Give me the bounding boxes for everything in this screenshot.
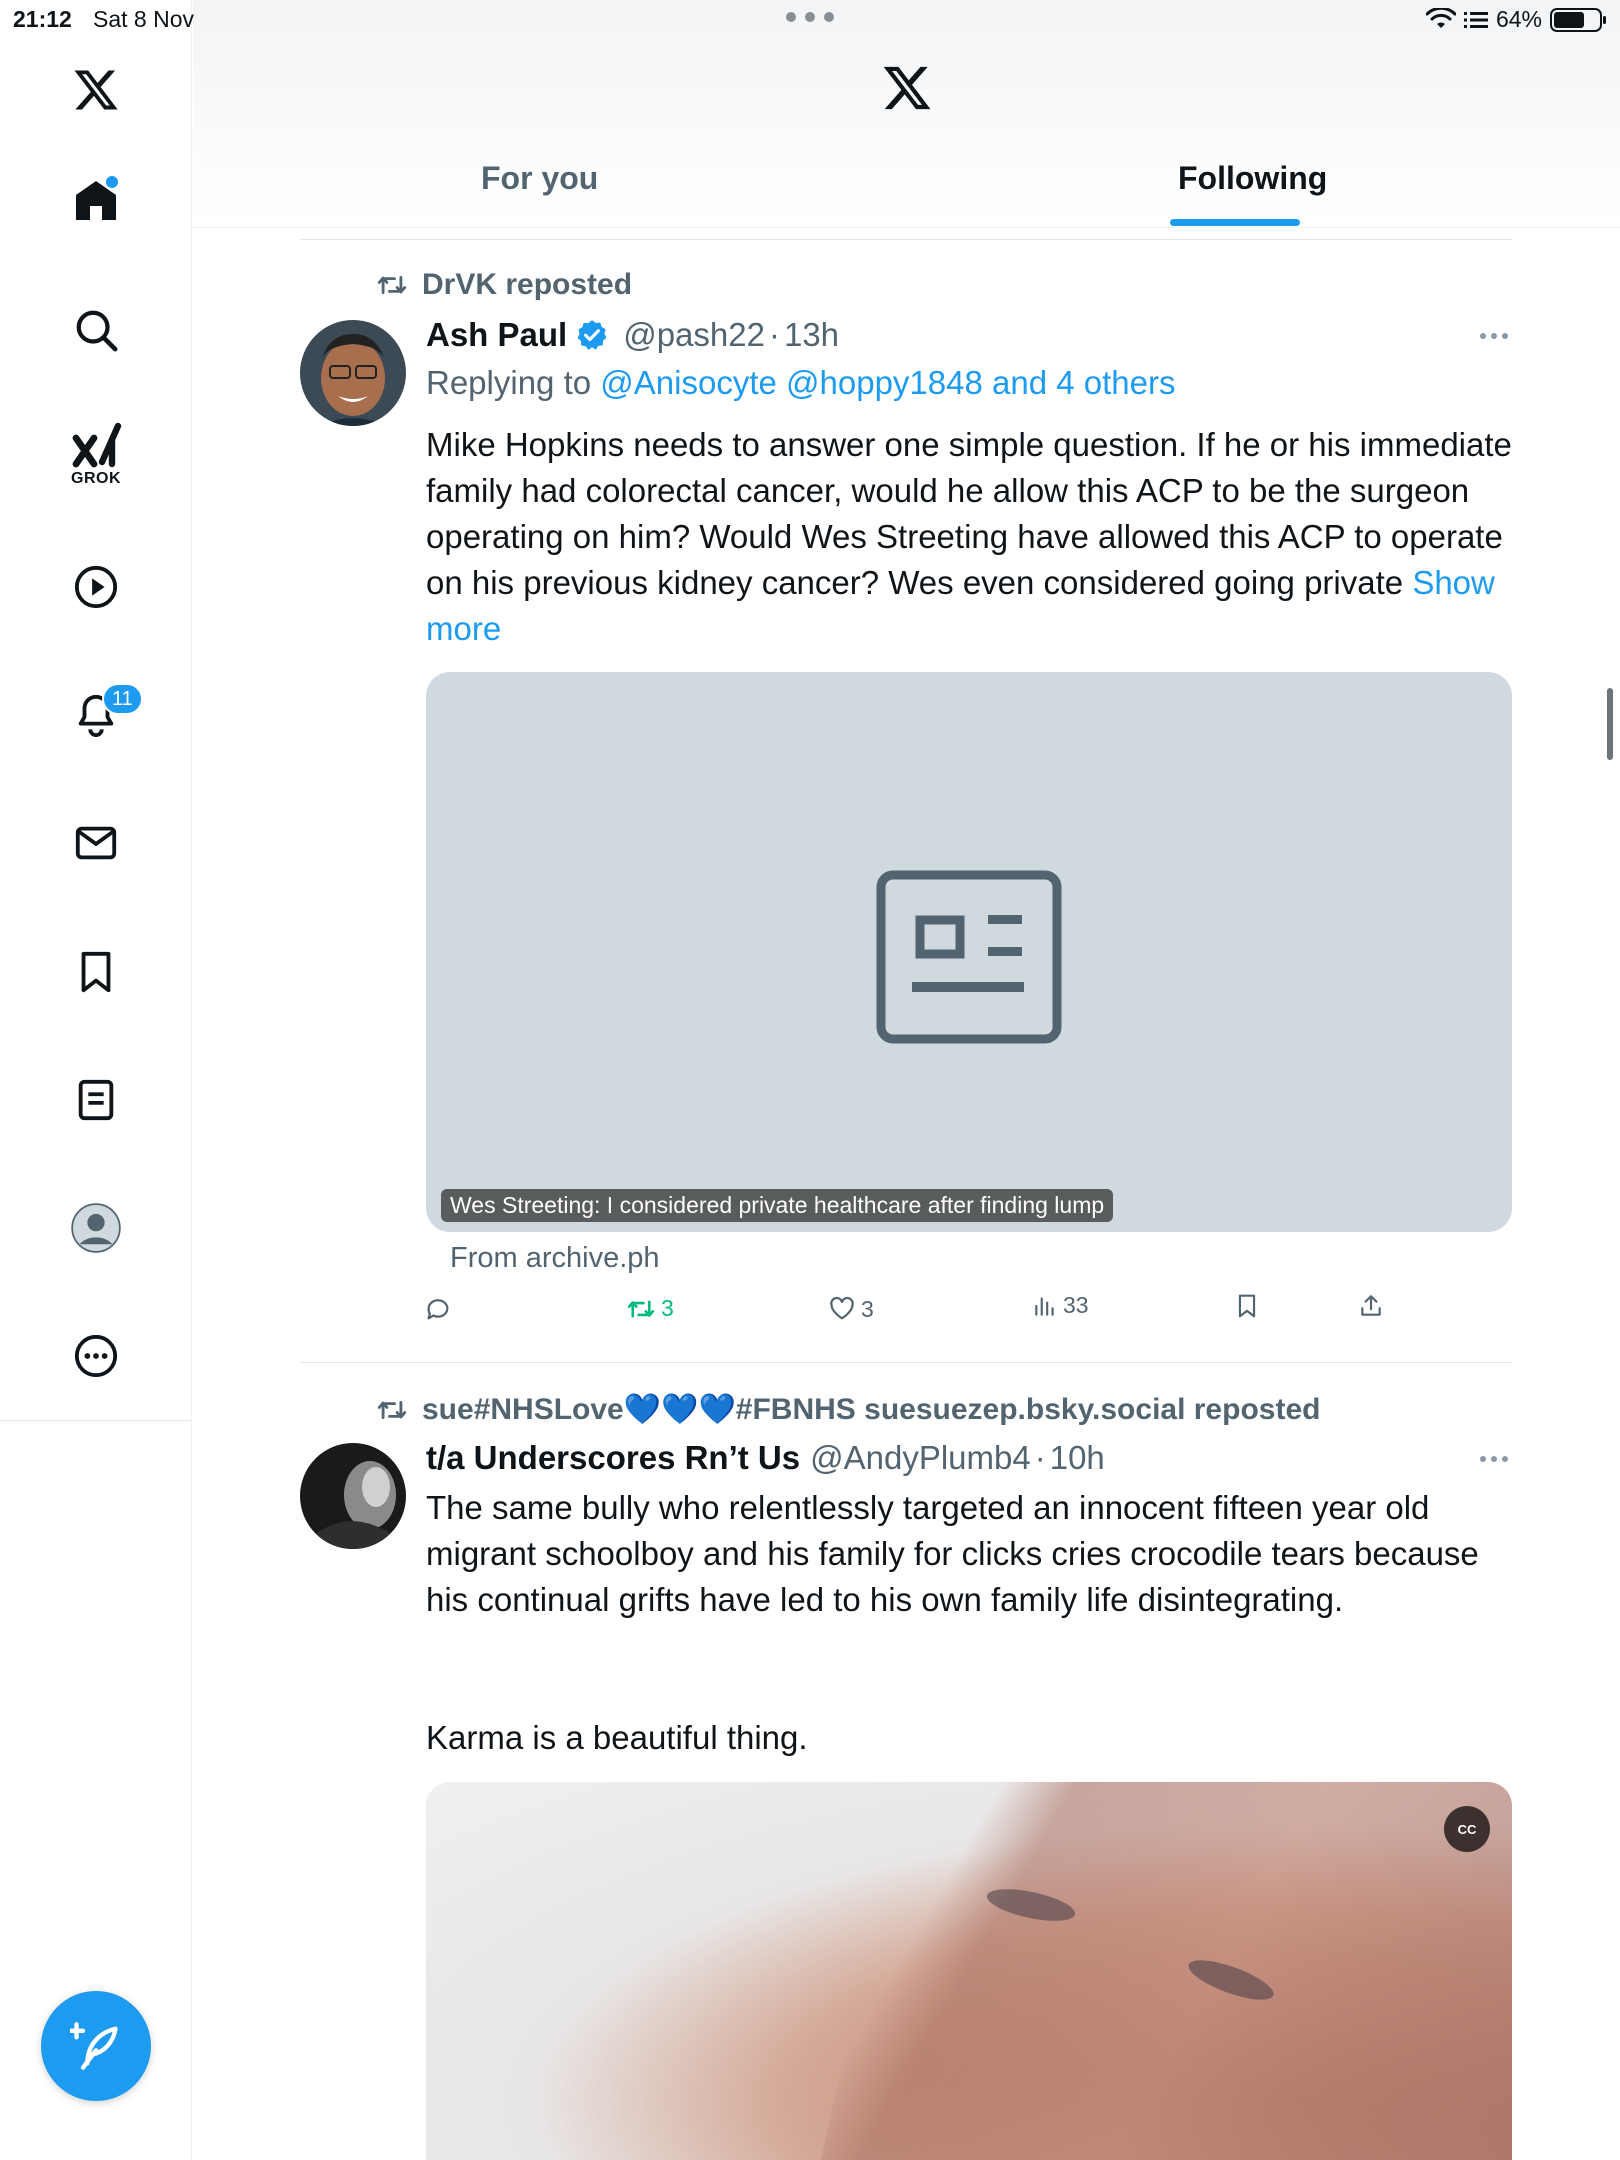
feed-divider <box>300 239 1512 240</box>
author-handle[interactable]: @pash22 <box>623 316 765 354</box>
compose-feather-icon <box>70 2022 118 2070</box>
tweet-more-button[interactable] <box>1480 1456 1508 1462</box>
tab-active-indicator <box>1170 219 1300 226</box>
status-right: 64% <box>1425 6 1606 33</box>
sidebar-item-lists[interactable] <box>46 1050 146 1150</box>
list-icon <box>1463 11 1488 28</box>
tweet-actions: 3 3 33 <box>424 1292 1424 1335</box>
reply-button[interactable] <box>424 1295 457 1323</box>
views-chart-icon <box>1035 1296 1054 1316</box>
tweet-text: Mike Hopkins needs to answer one simple … <box>426 422 1516 652</box>
author-name[interactable]: t/a Underscores Rn’t Us <box>426 1439 800 1477</box>
video-frame-face <box>816 1782 1512 2160</box>
tweet-time[interactable]: 13h <box>784 316 839 354</box>
author-handle[interactable]: @AndyPlumb4 <box>810 1439 1031 1477</box>
sidebar-item-grok[interactable]: GROK <box>46 405 146 505</box>
heart-icon <box>830 1296 854 1320</box>
x-logo-icon <box>74 70 118 110</box>
bookmark-icon <box>1238 1294 1256 1318</box>
list-doc-icon <box>78 1079 114 1121</box>
more-circle-icon <box>74 1334 118 1378</box>
reply-icon <box>427 1299 449 1320</box>
author-name[interactable]: Ash Paul <box>426 316 567 354</box>
replying-prefix: Replying to <box>426 364 592 401</box>
bookmark-button[interactable] <box>1234 1292 1260 1320</box>
sidebar-item-search[interactable] <box>46 280 146 380</box>
scrollbar[interactable] <box>1607 688 1613 760</box>
share-button[interactable] <box>1358 1292 1384 1320</box>
sidebar-item-more[interactable] <box>46 1306 146 1406</box>
home-unread-dot <box>106 176 118 188</box>
separator-dot: · <box>1034 1439 1046 1476</box>
andy-plumb-avatar-image <box>300 1443 406 1549</box>
sidebar: GROK 11 <box>0 0 192 2160</box>
search-icon <box>76 310 118 352</box>
article-placeholder-icon <box>876 870 1062 1044</box>
battery-icon <box>1550 7 1606 32</box>
repost-icon <box>377 275 407 295</box>
ash-paul-avatar-image <box>300 320 406 426</box>
tweet-more-button[interactable] <box>1480 333 1508 339</box>
sidebar-item-messages[interactable] <box>46 793 146 893</box>
verified-badge-icon <box>577 320 607 351</box>
status-bar: 21:12 Sat 8 Nov 64% <box>0 0 1620 40</box>
captions-button[interactable]: CC <box>1444 1806 1490 1852</box>
status-time: 21:12 <box>13 6 72 32</box>
like-button[interactable]: 3 <box>828 1295 874 1323</box>
tab-following[interactable]: Following <box>1178 160 1327 197</box>
views-button[interactable]: 33 <box>1032 1292 1089 1319</box>
multitasking-dots-icon[interactable] <box>786 12 834 26</box>
link-card[interactable]: Wes Streeting: I considered private heal… <box>426 672 1512 1232</box>
sidebar-x-logo[interactable] <box>46 40 146 140</box>
tweet-body: Mike Hopkins needs to answer one simple … <box>426 426 1512 601</box>
play-circle-icon <box>74 565 118 609</box>
like-count: 3 <box>861 1295 874 1322</box>
author-line: t/a Underscores Rn’t Us @AndyPlumb4 · 10… <box>426 1439 1105 1477</box>
sidebar-item-bookmarks[interactable] <box>46 922 146 1022</box>
envelope-icon <box>75 826 117 860</box>
bookmark-icon <box>81 951 111 993</box>
grok-label: GROK <box>71 470 121 487</box>
repost-line: DrVK reposted <box>376 268 632 302</box>
tweet-time[interactable]: 10h <box>1050 1439 1105 1477</box>
sidebar-item-profile[interactable] <box>46 1178 146 1278</box>
status-date: Sat 8 Nov <box>93 6 194 32</box>
repost-count: 3 <box>661 1295 674 1321</box>
author-line: Ash Paul @pash22 · 13h <box>426 316 839 354</box>
views-count: 33 <box>1063 1292 1089 1318</box>
card-source: From archive.ph <box>450 1242 660 1274</box>
sidebar-divider <box>0 1420 192 1421</box>
battery-percent: 64% <box>1495 6 1542 32</box>
repost-label[interactable]: DrVK reposted <box>422 268 632 302</box>
repost-button[interactable]: 3 <box>626 1295 674 1322</box>
avatar[interactable] <box>300 320 406 426</box>
replying-to-line: Replying to @Anisocyte @hoppy1848 and 4 … <box>426 364 1175 402</box>
repost-icon <box>377 1400 407 1419</box>
repost-label[interactable]: sue#NHSLove💙💙💙#FBNHS suesuezep.bsky.soci… <box>422 1392 1320 1427</box>
separator-dot: · <box>768 316 780 353</box>
tab-for-you[interactable]: For you <box>481 160 598 197</box>
tweet-text: The same bully who relentlessly targeted… <box>426 1489 1479 1618</box>
sidebar-item-video[interactable] <box>46 537 146 637</box>
tweet-video[interactable]: CC <box>426 1782 1512 2160</box>
replying-to-links[interactable]: @Anisocyte @hoppy1848 and 4 others <box>600 364 1175 401</box>
x-logo-icon <box>883 66 931 110</box>
share-icon <box>1361 1295 1381 1316</box>
avatar[interactable] <box>300 1443 406 1549</box>
compose-post-button[interactable] <box>41 1991 151 2101</box>
repost-line: sue#NHSLove💙💙💙#FBNHS suesuezep.bsky.soci… <box>376 1392 1320 1427</box>
avatar-icon <box>71 1203 121 1253</box>
grok-icon <box>72 422 122 468</box>
wifi-icon <box>1425 7 1456 28</box>
notifications-badge: 11 <box>102 683 143 715</box>
repost-icon <box>627 1300 655 1317</box>
card-caption: Wes Streeting: I considered private heal… <box>441 1189 1114 1222</box>
tweet-text-closing: Karma is a beautiful thing. <box>426 1719 808 1756</box>
sidebar-item-notifications[interactable]: 11 <box>46 665 146 765</box>
sidebar-item-home[interactable] <box>46 150 146 250</box>
feed-divider <box>300 1362 1512 1363</box>
